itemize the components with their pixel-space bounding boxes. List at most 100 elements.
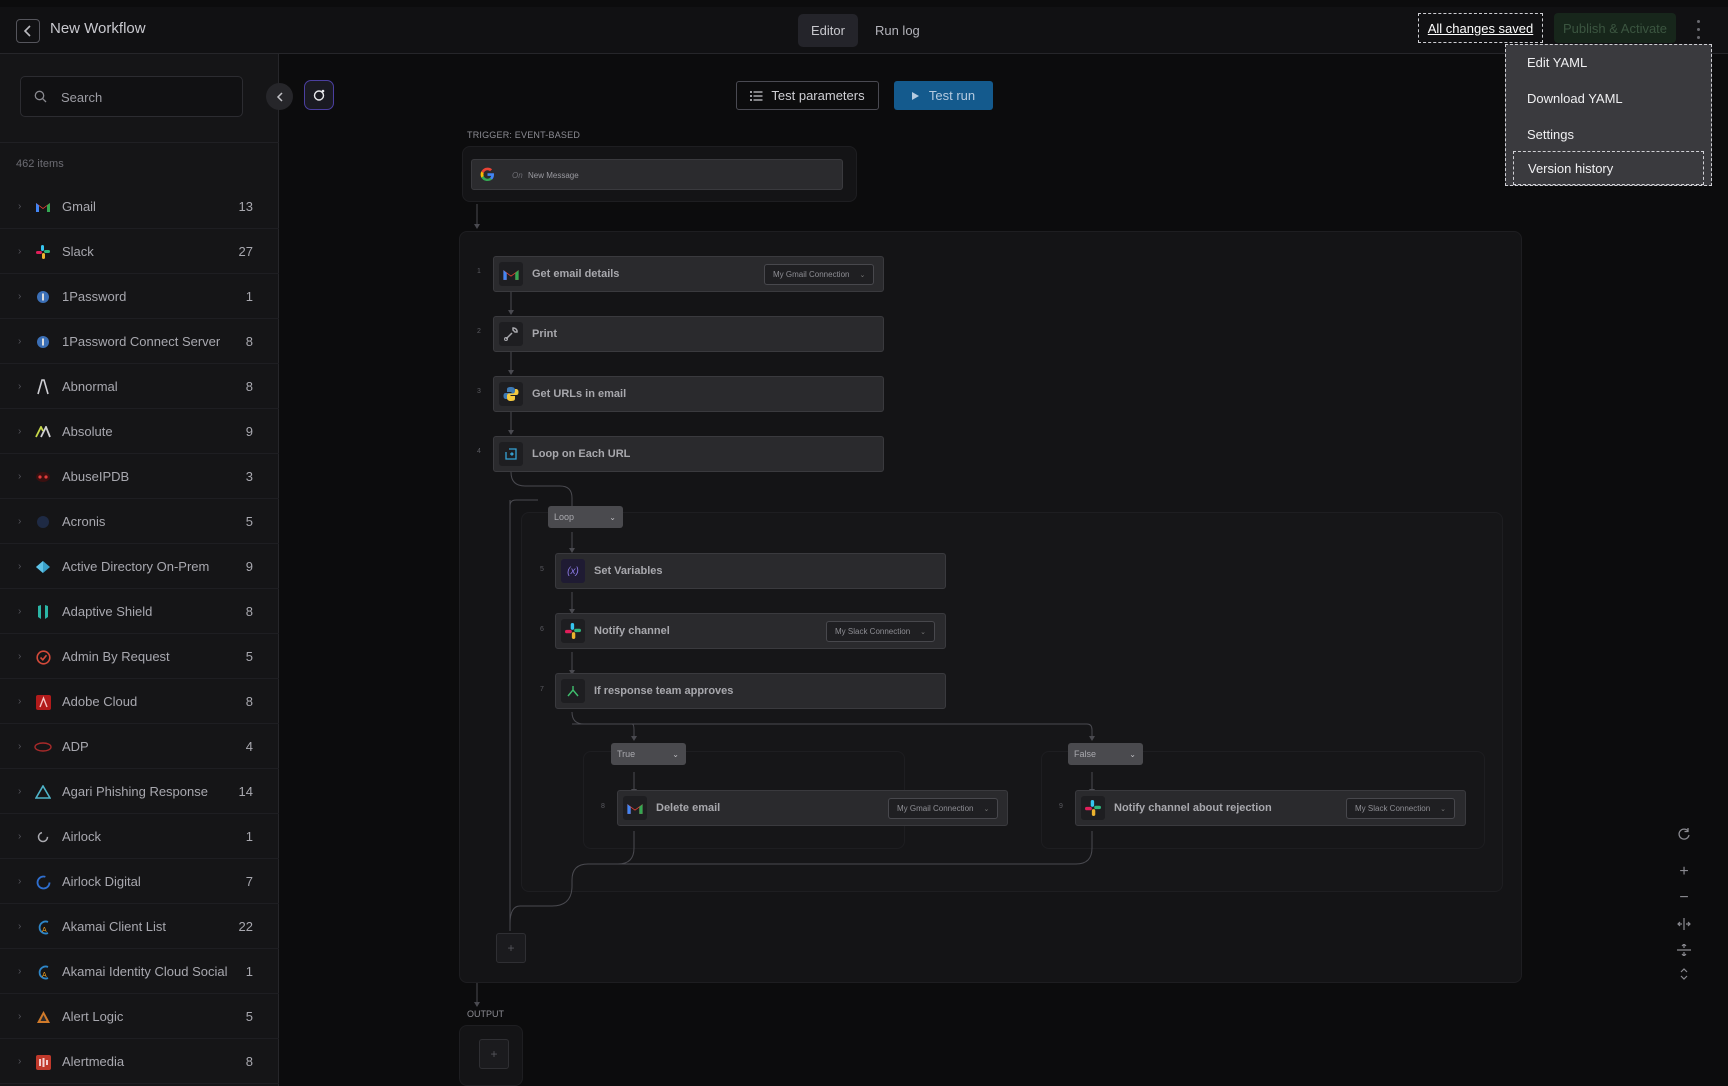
menu-item-version-history[interactable]: Version history xyxy=(1513,151,1704,185)
integration-row-adobe-cloud[interactable]: › Adobe Cloud 8 xyxy=(0,679,279,724)
chevron-right-icon: › xyxy=(18,561,22,572)
integration-row-1password[interactable]: › 1Password 1 xyxy=(0,274,279,319)
integration-name: Akamai Identity Cloud Social xyxy=(62,964,228,979)
zoom-out-icon[interactable]: − xyxy=(1669,886,1699,910)
tab-run-log[interactable]: Run log xyxy=(862,14,933,47)
integration-row-admin-by-request[interactable]: › Admin By Request 5 xyxy=(0,634,279,679)
step-loop-each-url[interactable]: Loop on Each URL xyxy=(493,436,884,472)
connection-select[interactable]: My Gmail Connection ⌄ xyxy=(888,798,999,819)
more-options-icon[interactable] xyxy=(1692,17,1704,41)
integration-count: 1 xyxy=(245,964,253,979)
integration-count: 5 xyxy=(245,1009,253,1024)
integration-name: 1Password Connect Server xyxy=(62,334,221,349)
save-status-button[interactable]: All changes saved xyxy=(1418,13,1543,43)
integration-row-adp[interactable]: › ADP 4 xyxy=(0,724,279,769)
integration-count: 8 xyxy=(245,334,253,349)
abuseipdb-icon xyxy=(34,468,52,486)
add-step-button[interactable]: + xyxy=(496,933,526,963)
step-print[interactable]: Print xyxy=(493,316,884,352)
integration-row-active-directory[interactable]: › Active Directory On-Prem 9 xyxy=(0,544,279,589)
connection-label: My Gmail Connection xyxy=(897,804,974,813)
step-get-urls[interactable]: Get URLs in email xyxy=(493,376,884,412)
tab-editor[interactable]: Editor xyxy=(798,14,858,47)
fit-height-icon[interactable] xyxy=(1669,938,1699,962)
integration-row-1password-connect[interactable]: › 1Password Connect Server 8 xyxy=(0,319,279,364)
workflow-canvas: Test parameters Test run TRIGGER: EVENT-… xyxy=(280,54,1728,1086)
connection-select[interactable]: My Slack Connection ⌄ xyxy=(826,621,936,642)
connection-select[interactable]: My Slack Connection ⌄ xyxy=(1346,798,1456,819)
integration-row-alertmedia[interactable]: › Alertmedia 8 xyxy=(0,1039,279,1084)
abnormal-icon xyxy=(34,378,52,396)
integration-row-adaptive-shield[interactable]: › Adaptive Shield 8 xyxy=(0,589,279,634)
step-label: Notify channel about rejection xyxy=(1114,802,1272,814)
integration-name: Active Directory On-Prem xyxy=(62,559,210,574)
menu-item-download-yaml[interactable]: Download YAML xyxy=(1506,81,1711,115)
publish-activate-button[interactable]: Publish & Activate xyxy=(1554,13,1676,43)
add-output-button[interactable]: + xyxy=(479,1039,509,1069)
back-button[interactable] xyxy=(16,19,40,43)
search-input[interactable] xyxy=(59,87,229,107)
integration-row-airlock-digital[interactable]: › Airlock Digital 7 xyxy=(0,859,279,904)
integration-count: 9 xyxy=(245,424,253,439)
step-notify-channel-rejection[interactable]: Notify channel about rejection My Slack … xyxy=(1075,790,1466,826)
chevron-right-icon: › xyxy=(18,201,22,212)
true-branch-pill[interactable]: True ⌄ xyxy=(611,743,686,765)
integration-row-airlock[interactable]: › Airlock 1 xyxy=(0,814,279,859)
integration-count: 8 xyxy=(245,379,253,394)
acronis-icon xyxy=(34,513,52,531)
zoom-in-icon[interactable]: + xyxy=(1669,860,1699,884)
variables-icon: (x) xyxy=(561,559,585,583)
slack-icon xyxy=(34,243,52,261)
step-set-variables[interactable]: (x) Set Variables xyxy=(555,553,946,589)
collapse-sidebar-button[interactable] xyxy=(266,83,293,110)
chevron-down-icon: ⌄ xyxy=(1440,805,1447,813)
integration-row-agari[interactable]: › Agari Phishing Response 14 xyxy=(0,769,279,814)
items-count: 462 items xyxy=(16,158,64,170)
alert-logic-icon xyxy=(34,1008,52,1026)
gmail-icon xyxy=(34,198,52,216)
step-notify-channel[interactable]: Notify channel My Slack Connection ⌄ xyxy=(555,613,946,649)
step-label: Delete email xyxy=(656,802,721,814)
chevron-down-icon: ⌄ xyxy=(1129,749,1136,759)
false-branch-pill[interactable]: False ⌄ xyxy=(1068,743,1143,765)
step-if-response-team-approves[interactable]: If response team approves xyxy=(555,673,946,709)
step-number: 2 xyxy=(477,328,481,335)
more-options-menu: Edit YAML Download YAML Settings Version… xyxy=(1505,44,1712,186)
adobe-icon xyxy=(34,693,52,711)
sidebar-divider xyxy=(0,142,279,143)
connection-select[interactable]: My Gmail Connection ⌄ xyxy=(764,264,875,285)
integration-row-akamai-client-list[interactable]: › A Akamai Client List 22 xyxy=(0,904,279,949)
chevron-right-icon: › xyxy=(18,336,22,347)
step-get-email-details[interactable]: Get email details My Gmail Connection ⌄ xyxy=(493,256,884,292)
fit-width-icon[interactable] xyxy=(1669,912,1699,936)
step-label: If response team approves xyxy=(594,685,734,697)
integration-row-abuseipdb[interactable]: › AbuseIPDB 3 xyxy=(0,454,279,499)
step-label: Get URLs in email xyxy=(532,388,627,400)
expand-collapse-icon[interactable] xyxy=(1669,962,1699,986)
output-label: OUTPUT xyxy=(467,1009,504,1019)
step-label: Print xyxy=(532,328,558,340)
integration-row-akamai-identity[interactable]: › A Akamai Identity Cloud Social 1 xyxy=(0,949,279,994)
menu-item-edit-yaml[interactable]: Edit YAML xyxy=(1506,45,1711,79)
chevron-right-icon: › xyxy=(18,651,22,662)
integration-row-slack[interactable]: › Slack 27 xyxy=(0,229,279,274)
step-number: 9 xyxy=(1059,803,1063,810)
integration-name: Adobe Cloud xyxy=(62,694,138,709)
menu-item-settings[interactable]: Settings xyxy=(1506,117,1711,151)
integration-row-acronis[interactable]: › Acronis 5 xyxy=(0,499,279,544)
integration-count: 14 xyxy=(238,784,253,799)
integration-name: Abnormal xyxy=(62,379,118,394)
step-delete-email[interactable]: Delete email My Gmail Connection ⌄ xyxy=(617,790,1008,826)
reset-view-icon[interactable] xyxy=(1669,822,1699,846)
integration-row-gmail[interactable]: › Gmail 13 xyxy=(0,184,279,229)
loop-pill[interactable]: Loop ⌄ xyxy=(548,506,623,528)
chevron-right-icon: › xyxy=(18,1011,22,1022)
python-icon xyxy=(499,382,523,406)
chevron-right-icon: › xyxy=(18,246,22,257)
integration-row-abnormal[interactable]: › Abnormal 8 xyxy=(0,364,279,409)
step-number: 4 xyxy=(477,448,481,455)
integration-row-alert-logic[interactable]: › Alert Logic 5 xyxy=(0,994,279,1039)
integration-row-absolute[interactable]: › Absolute 9 xyxy=(0,409,279,454)
chevron-right-icon: › xyxy=(18,291,22,302)
svg-text:A: A xyxy=(42,927,47,934)
